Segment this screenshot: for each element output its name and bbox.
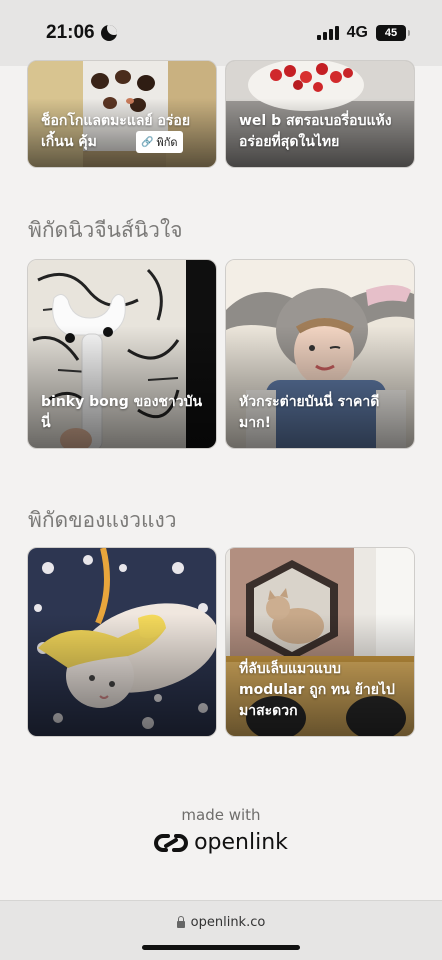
openlink-logo-icon xyxy=(154,833,189,852)
openlink-logo[interactable]: openlink xyxy=(0,830,442,855)
status-indicators: 4G 45 xyxy=(316,24,410,42)
link-card-cat-costume[interactable] xyxy=(27,547,217,737)
section-title-cats: พิกัดของแงวแงว xyxy=(28,508,177,532)
url-display[interactable]: openlink.co xyxy=(0,915,442,930)
card-title: binky bong ของชาวบันนี่ xyxy=(41,394,203,431)
card-title: wel b สตรอเบอรี่อบแห้ง อร่อยที่สุดในไทย xyxy=(239,113,392,150)
moon-icon xyxy=(100,25,117,41)
link-card-strawberry[interactable]: wel b สตรอเบอรี่อบแห้ง อร่อยที่สุดในไทย xyxy=(225,60,415,168)
time-text: 21:06 xyxy=(46,22,95,43)
section-title-newjeans: พิกัดนิวจีนส์นิวใจ xyxy=(28,218,183,242)
made-with-label: made with xyxy=(181,806,261,824)
link-card-cat-scratcher[interactable]: ที่ลับเล็บแมวแบบ modular ถูก ทน ย้ายไปมา… xyxy=(225,547,415,737)
link-card-binky-bong[interactable]: binky bong ของชาวบันนี่ xyxy=(27,259,217,449)
network-type: 4G xyxy=(346,24,368,41)
card-title: ที่ลับเล็บแมวแบบ modular ถูก ทน ย้ายไปมา… xyxy=(239,661,395,719)
lock-icon xyxy=(176,915,185,928)
card-title: ช็อกโกแลตมะแลย์ อร่อยเกิ้นน คุ้ม xyxy=(41,113,191,150)
openlink-wordmark: openlink xyxy=(194,830,288,855)
card-title: หัวกระต่ายบันนี่ ราคาดีมาก! xyxy=(239,394,380,431)
link-card-bunny-hat[interactable]: หัวกระต่ายบันนี่ ราคาดีมาก! xyxy=(225,259,415,449)
cellular-signal-icon xyxy=(316,26,339,40)
home-indicator[interactable] xyxy=(142,945,300,950)
status-bar: 21:06 4G 45 xyxy=(0,0,442,66)
battery-icon: 45 xyxy=(376,25,410,41)
link-card-chocolate[interactable]: 🔗 พิกัด ช็อกโกแลตมะแลย์ อร่อยเกิ้นน คุ้ม xyxy=(27,60,217,168)
browser-url-bar[interactable]: openlink.co xyxy=(0,900,442,960)
url-text: openlink.co xyxy=(190,915,266,930)
status-time: 21:06 xyxy=(46,22,117,44)
